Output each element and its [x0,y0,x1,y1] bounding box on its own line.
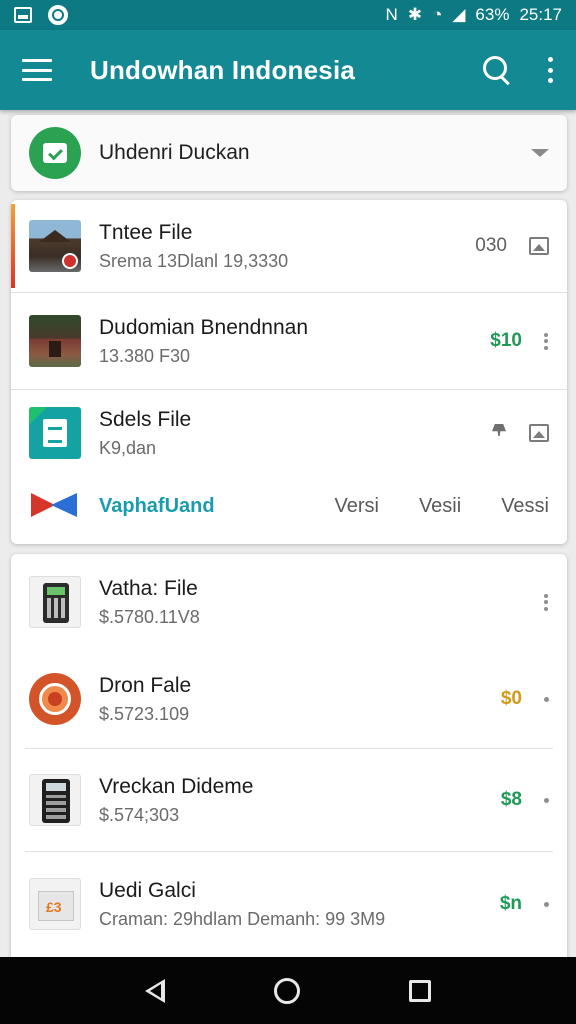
orange-app-icon [29,673,81,725]
battery-percent: 63% [475,5,510,24]
item-subtitle: 13.380 F30 [99,345,191,366]
package-icon: £3 [29,878,81,930]
system-nav-bar [0,957,576,1024]
sheets-file-icon [29,407,81,459]
item-price: $8 [500,789,522,810]
list-item[interactable]: Tntee File Srema 13Dlanl 19,3330 030 [11,200,567,292]
more-options-icon[interactable] [548,57,554,83]
home-icon[interactable] [273,977,300,1004]
clock: 25:17 [519,5,562,24]
recents-icon[interactable] [409,979,432,1002]
account-name: Uhdenri Duckan [99,141,250,164]
account-selector[interactable]: Uhdenri Duckan [11,115,567,191]
item-subtitle: $.574;303 [99,804,180,825]
item-title: Uedi Galci [99,878,196,902]
more-icon[interactable] [544,901,549,907]
pin-icon[interactable] [491,424,507,442]
item-subtitle: Craman: 29hdlam Demanh: 99 3M9 [99,908,386,929]
image-icon[interactable] [529,237,549,255]
account-avatar-icon [29,127,81,179]
item-price: $n [499,893,522,914]
version-tabs: VaphafUand Versi Vesii Vessi [11,480,567,532]
list-item[interactable]: Vatha: File $.5780.11V8 [11,554,567,650]
sync-notification-icon [48,5,68,25]
app-title: Undowhan Indonesia [90,54,356,85]
status-bar: N ✱ ◔ ◢ 63% 25:17 [0,0,576,30]
item-title: Dron Fale [99,673,192,697]
bluetooth-icon: ✱ [407,5,423,24]
app-bar: Undowhan Indonesia [0,30,576,110]
file-card-b: Vatha: File $.5780.11V8 Dron Fale $.5723… [11,554,567,964]
gallery-notification-icon [14,7,32,23]
item-subtitle: K9,dan [99,437,157,458]
tab-vessi[interactable]: Vessi [501,495,549,518]
calculator-icon [29,576,81,628]
item-price: $10 [490,330,522,351]
search-icon[interactable] [482,55,512,85]
house-thumbnail [29,315,81,367]
item-value: 030 [475,235,507,256]
brand-link[interactable]: VaphafUand [99,495,215,518]
temple-thumbnail [29,220,81,272]
item-subtitle: $.5723.109 [99,703,190,724]
tab-versi[interactable]: Versi [334,495,378,518]
chevron-down-icon[interactable] [531,149,549,157]
more-vert-icon[interactable] [544,332,549,350]
image-icon[interactable] [529,424,549,442]
back-icon[interactable] [144,978,165,1003]
list-item[interactable]: Sdels File K9,dan [11,390,567,476]
item-title: Sdels File [99,407,192,431]
item-title: Tntee File [99,220,193,244]
list-item[interactable]: Vreckan Dideme $.574;303 $8 [11,749,567,851]
menu-icon[interactable] [22,59,52,81]
list-item[interactable]: Dudomian Bnendnnan 13.380 F30 $10 [11,293,567,389]
file-card-a: Tntee File Srema 13Dlanl 19,3330 030 Dud… [11,200,567,544]
list-item[interactable]: £3 Uedi Galci Craman: 29hdlam Demanh: 99… [11,852,567,956]
calculator-icon [29,774,81,826]
tab-vesii[interactable]: Vesii [419,495,461,518]
item-subtitle: Srema 13Dlanl 19,3330 [99,250,289,271]
item-title: Vreckan Dideme [99,774,254,798]
list-item[interactable]: Dron Fale $.5723.109 $0 [11,650,567,748]
more-vert-icon[interactable] [544,593,549,611]
wifi-icon: ◔ [432,5,443,24]
item-title: Dudomian Bnendnnan [99,315,308,339]
signal-icon: ◢ [452,5,466,24]
item-subtitle: $.5780.11V8 [99,606,200,627]
more-icon[interactable] [544,696,549,702]
item-price: $0 [500,688,522,709]
nfc-icon: N [385,5,398,24]
brand-logo-icon [29,491,81,521]
item-title: Vatha: File [99,576,198,600]
more-icon[interactable] [544,797,549,803]
